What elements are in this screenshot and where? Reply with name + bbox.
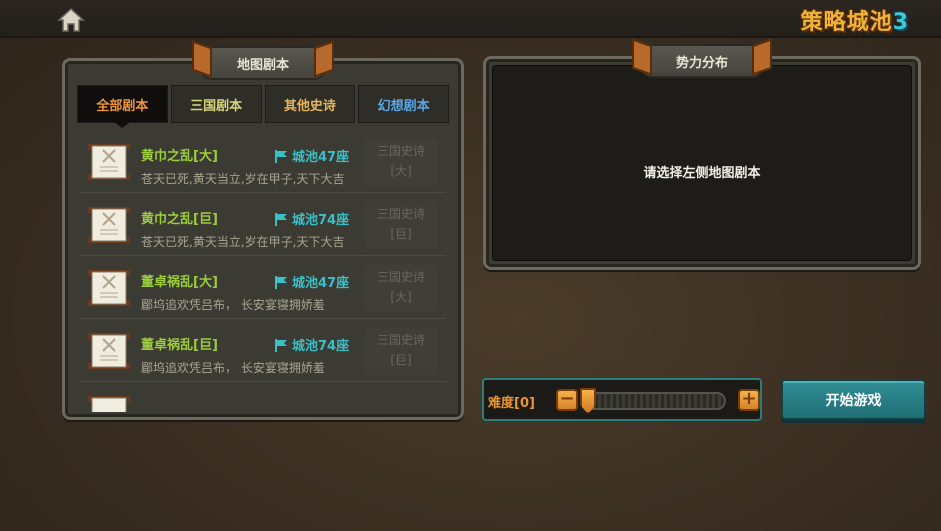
city-count-text: 城池47座 [292, 150, 350, 165]
scenario-description: 苍天已死,黄天当立,岁在甲子,天下大吉 [141, 235, 345, 249]
flag-icon [275, 149, 287, 163]
tab-other-epics[interactable]: 其他史诗 [264, 85, 356, 123]
scroll-icon [86, 329, 132, 373]
logo-text: 策略城池 [800, 10, 893, 35]
difficulty-decrease-button[interactable]: − [556, 389, 578, 411]
logo-number: 3 [892, 10, 909, 35]
flag-icon [275, 275, 287, 289]
city-count-text: 城池74座 [292, 213, 350, 228]
tag-line: 三国史诗 [376, 144, 425, 158]
list-item[interactable]: 黄巾之乱[大] 城池47座 苍天已死,黄天当立,岁在甲子,天下大吉 三国史诗 [… [80, 130, 446, 193]
scenario-title: 黄巾之乱[大] [141, 149, 218, 164]
city-count: 城池74座 [274, 209, 349, 228]
difficulty-label: 难度[0] [488, 396, 535, 411]
scenario-category-tag: 三国史诗 [巨] [365, 201, 437, 249]
tab-three-kingdoms[interactable]: 三国剧本 [170, 85, 262, 123]
scenario-title: 董卓祸乱[巨] [141, 338, 218, 353]
map-panel-title: 地图剧本 [236, 57, 289, 73]
tag-line: 三国史诗 [376, 270, 425, 284]
tag-line: 三国史诗 [376, 333, 425, 347]
top-bar: 策略城池3 [0, 0, 941, 38]
scenario-tabs: 全部剧本 三国剧本 其他史诗 幻想剧本 [77, 85, 449, 128]
difficulty-increase-button[interactable]: + [738, 389, 760, 411]
scenario-list: 黄巾之乱[大] 城池47座 苍天已死,黄天当立,岁在甲子,天下大吉 三国史诗 [… [80, 130, 446, 412]
scenario-category-tag: 三国史诗 [大] [365, 264, 437, 312]
difficulty-slider-track[interactable] [584, 392, 726, 410]
tag-size: [巨] [390, 227, 412, 241]
difficulty-slider-thumb[interactable] [580, 388, 596, 414]
tag-size: [巨] [390, 353, 412, 367]
list-item-partial[interactable] [80, 382, 446, 412]
tag-line: 三国史诗 [376, 207, 425, 221]
difficulty-control: 难度[0] − + [482, 378, 762, 421]
scroll-icon [86, 392, 132, 412]
city-count: 城池47座 [274, 146, 349, 165]
city-count: 城池47座 [274, 272, 349, 291]
flag-icon [275, 212, 287, 226]
tag-size: [大] [390, 164, 412, 178]
scenario-title: 董卓祸乱[大] [141, 275, 218, 290]
scenario-description: 苍天已死,黄天当立,岁在甲子,天下大吉 [141, 172, 345, 186]
scenario-category-tag: 三国史诗 [巨] [365, 327, 437, 375]
city-count-text: 城池74座 [292, 339, 350, 354]
faction-map-area: 请选择左侧地图剧本 [492, 65, 912, 261]
scenario-description: 郿坞追欢凭吕布， 长安宴寝拥娇羞 [141, 361, 325, 375]
tag-size: [大] [390, 290, 412, 304]
scenario-category-tag: 三国史诗 [大] [365, 138, 437, 186]
scroll-icon [86, 140, 132, 184]
tab-all[interactable]: 全部剧本 [77, 85, 168, 128]
faction-panel: 请选择左侧地图剧本 [483, 56, 921, 270]
city-count: 城池74座 [274, 335, 349, 354]
scroll-icon [86, 203, 132, 247]
map-panel-title-badge: 地图剧本 [200, 46, 326, 80]
game-logo: 策略城池3 [801, 4, 909, 36]
scenario-title: 黄巾之乱[巨] [141, 212, 218, 227]
list-item[interactable]: 董卓祸乱[巨] 城池74座 郿坞追欢凭吕布， 长安宴寝拥娇羞 三国史诗 [巨] [80, 319, 446, 382]
faction-panel-title-badge: 势力分布 [640, 44, 764, 78]
home-icon[interactable] [56, 6, 86, 34]
scenario-description: 郿坞追欢凭吕布， 长安宴寝拥娇羞 [141, 298, 325, 312]
select-map-hint: 请选择左侧地图剧本 [643, 166, 761, 181]
list-item[interactable]: 董卓祸乱[大] 城池47座 郿坞追欢凭吕布， 长安宴寝拥娇羞 三国史诗 [大] [80, 256, 446, 319]
list-item[interactable]: 黄巾之乱[巨] 城池74座 苍天已死,黄天当立,岁在甲子,天下大吉 三国史诗 [… [80, 193, 446, 256]
start-game-button[interactable]: 开始游戏 [781, 379, 926, 420]
tab-fantasy[interactable]: 幻想剧本 [358, 85, 449, 123]
scroll-icon [86, 266, 132, 310]
flag-icon [275, 338, 287, 352]
faction-panel-title: 势力分布 [675, 55, 728, 71]
city-count-text: 城池47座 [292, 276, 350, 291]
